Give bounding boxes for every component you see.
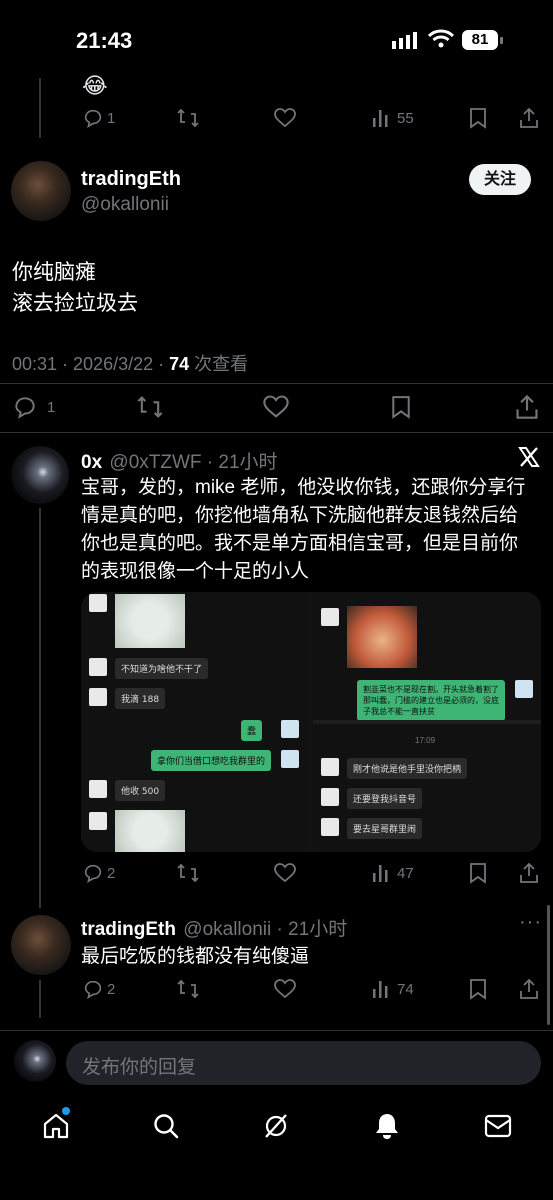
chat-bubble-sent: 拿你们当借口想吃我群里的	[151, 750, 272, 771]
grok-icon[interactable]	[262, 1112, 290, 1140]
chat-bubble-sent: 蠢	[241, 720, 263, 741]
divider	[0, 383, 553, 384]
retweet-button[interactable]	[176, 862, 200, 884]
views-count: 74	[397, 981, 414, 998]
status-time: 21:43	[76, 28, 133, 53]
notifications-icon[interactable]	[373, 1111, 401, 1141]
chat-time: 17:09	[415, 736, 436, 745]
attached-image[interactable]: 不知道为啥他不干了 我滴 188 蠢 拿你们当借口想吃我群里的 他收 500 割…	[81, 592, 541, 852]
main-action-bar: 1	[0, 393, 553, 421]
avatar[interactable]	[11, 161, 71, 221]
reply1-action-bar: 2 47	[0, 861, 553, 887]
more-options-icon[interactable]: ···	[519, 911, 542, 934]
status-bar: 21:43 81	[0, 0, 553, 70]
reply-count: 2	[107, 865, 116, 882]
top-action-bar: 1 55	[0, 105, 553, 133]
reply-input-placeholder: 发布你的回复	[82, 1057, 197, 1078]
bookmark-button[interactable]	[390, 394, 412, 420]
chat-bubble: 要去星哥群里闹	[347, 818, 423, 839]
bookmark-button[interactable]	[468, 978, 488, 1000]
reply2-action-bar: 2 74	[0, 977, 553, 1003]
share-button[interactable]	[518, 862, 540, 884]
scrollbar[interactable]	[547, 905, 550, 1025]
author-display-name[interactable]: tradingEth	[81, 919, 176, 940]
search-icon[interactable]	[152, 1112, 180, 1140]
tweet-view-count: 74	[169, 354, 190, 374]
chat-bubble: 还要登我抖音号	[347, 788, 423, 809]
chat-bubble: 刚才他说是他手里没你把柄	[347, 758, 468, 779]
like-button[interactable]	[273, 978, 297, 1000]
retweet-button[interactable]	[176, 978, 200, 1000]
reply-input[interactable]: 发布你的回复	[66, 1041, 541, 1085]
chat-bubble-sent: 割韭菜也不是现在割。开头就急着割了那叫蠢，门槛的建立也是必须的，没底子我总不能一…	[357, 680, 505, 721]
battery-level: 81	[471, 31, 489, 48]
share-button[interactable]	[514, 394, 540, 420]
chat-bubble: 我滴 188	[115, 688, 166, 709]
emoji-laughing: 😂	[82, 73, 108, 98]
reply-button[interactable]	[82, 862, 104, 884]
reply-count: 1	[107, 110, 116, 127]
views-icon[interactable]	[372, 979, 392, 999]
retweet-button[interactable]	[176, 107, 200, 129]
avatar[interactable]	[11, 915, 71, 975]
reply-header: tradingEth @okallonii · 21小时	[81, 914, 347, 941]
battery-indicator: 81	[462, 30, 498, 50]
messages-icon[interactable]	[484, 1113, 512, 1139]
chat-screenshot-left: 不知道为啥他不干了 我滴 188 蠢 拿你们当借口想吃我群里的 他收 500	[81, 592, 309, 852]
like-button[interactable]	[273, 107, 297, 129]
reply-header: 0x @0xTZWF · 21小时	[81, 447, 278, 474]
chat-bubble-text: 割韭菜也不是现在割。开头就急着割了那叫蠢，门槛的建立也是必须的，没底子我总不能一…	[363, 685, 499, 716]
bottom-nav	[0, 1096, 553, 1200]
notification-dot	[62, 1107, 70, 1115]
battery-tip	[500, 37, 503, 44]
tweet-text-line-2: 滚去捡垃圾去	[12, 292, 138, 315]
divider	[0, 1030, 553, 1031]
reply-text: 宝哥，发的，mike 老师，他没收你钱，还跟你分享行情是真的吧，你挖他墙角私下洗…	[81, 477, 526, 582]
reply-text: 最后吃饭的钱都没有纯傻逼	[81, 946, 310, 967]
sticker-image	[115, 810, 185, 852]
chat-divider	[313, 720, 541, 724]
tweet-timestamp[interactable]: 00:31 · 2026/3/22 ·	[12, 354, 169, 374]
views-icon[interactable]	[372, 863, 392, 883]
reply-button[interactable]	[82, 107, 104, 129]
reply-count: 1	[47, 399, 56, 416]
sticker-image	[347, 606, 417, 668]
composer-avatar[interactable]	[14, 1040, 56, 1082]
tweet-view-label: 次查看	[189, 354, 249, 374]
tweet-text-line-1: 你纯脑瘫	[12, 261, 96, 284]
wifi-icon	[428, 29, 454, 49]
home-icon[interactable]	[42, 1112, 70, 1140]
bookmark-button[interactable]	[468, 862, 488, 884]
author-display-name[interactable]: 0x	[81, 452, 102, 473]
views-count: 55	[397, 110, 414, 127]
views-icon[interactable]	[372, 108, 392, 128]
retweet-button[interactable]	[136, 394, 164, 420]
sticker-image	[115, 594, 185, 648]
share-button[interactable]	[518, 978, 540, 1000]
bookmark-button[interactable]	[468, 107, 488, 129]
views-count: 47	[397, 865, 414, 882]
chat-screenshot-right: 割韭菜也不是现在割。开头就急着割了那叫蠢，门槛的建立也是必须的，没底子我总不能一…	[313, 592, 541, 852]
like-button[interactable]	[262, 394, 290, 420]
follow-button[interactable]: 关注	[469, 164, 531, 195]
reply-button[interactable]	[82, 978, 104, 1000]
reply-count: 2	[107, 981, 116, 998]
avatar[interactable]	[11, 446, 69, 504]
share-button[interactable]	[518, 107, 540, 129]
reply-button[interactable]	[12, 394, 38, 420]
tweet-meta: 00:31 · 2026/3/22 · 74 次查看	[12, 350, 248, 376]
signal-icon	[392, 31, 420, 49]
author-handle-time[interactable]: @0xTZWF · 21小时	[109, 452, 277, 473]
divider	[0, 432, 553, 433]
like-button[interactable]	[273, 862, 297, 884]
author-display-name[interactable]: tradingEth	[81, 168, 181, 191]
x-logo-icon[interactable]	[518, 446, 540, 468]
author-handle-time[interactable]: @okallonii · 21小时	[183, 919, 347, 940]
chat-bubble: 不知道为啥他不干了	[115, 658, 209, 679]
chat-bubble: 他收 500	[115, 780, 166, 801]
thread-line	[39, 508, 41, 908]
author-handle[interactable]: @okallonii	[81, 194, 169, 216]
